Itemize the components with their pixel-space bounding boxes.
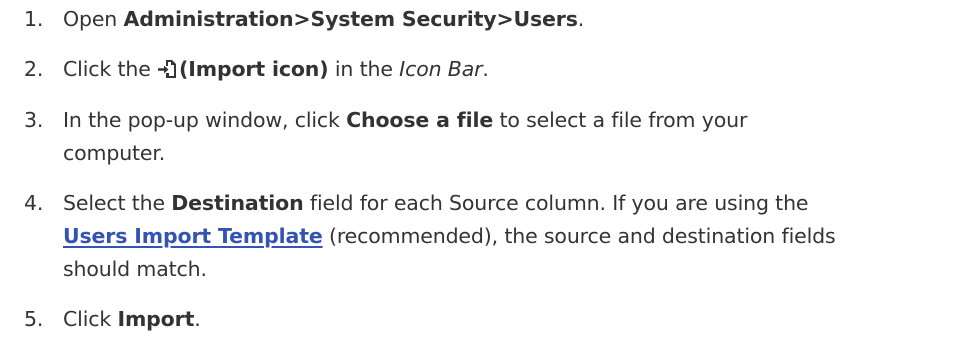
step-text-plain: Click the — [63, 57, 158, 81]
step-number: 1. — [24, 7, 44, 31]
step-text-plain: (recommended), the source and destinatio… — [322, 224, 836, 248]
import-icon-label: (Import icon) — [179, 57, 329, 81]
step-text-plain: in the — [328, 57, 400, 81]
step-text: Click the (Import icon) in the Icon Bar. — [63, 53, 972, 86]
step-text-plain: to select a file from your — [493, 108, 748, 132]
step-number: 5. — [24, 307, 44, 331]
step-text: Open Administration>System Security>User… — [63, 3, 972, 36]
step-text-plain: . — [194, 307, 201, 331]
choose-file-term: Choose a file — [346, 108, 494, 132]
step-text-plain: field for each Source column. If you are… — [303, 191, 809, 215]
step-text: Select the Destination field for each So… — [63, 187, 972, 286]
step-number: 2. — [24, 57, 44, 81]
menu-path: Administration>System Security>Users — [123, 7, 578, 31]
step-line: Click the (Import icon) in the Icon Bar. — [63, 53, 972, 86]
step-line: Select the Destination field for each So… — [63, 187, 972, 220]
step-text-plain: In the pop-up window, click — [63, 108, 347, 132]
step-line: Click Import. — [63, 303, 972, 336]
step-text: In the pop-up window, click Choose a fil… — [63, 104, 972, 170]
step-text: Click Import. — [63, 303, 972, 336]
icon-bar-term: Icon Bar — [399, 57, 483, 81]
destination-term: Destination — [171, 191, 304, 215]
users-import-template-link[interactable]: Users Import Template — [63, 224, 323, 248]
step-text-plain: . — [482, 57, 489, 81]
step-text-plain: Click — [63, 307, 118, 331]
import-button-term: Import — [117, 307, 195, 331]
step-line: In the pop-up window, click Choose a fil… — [63, 104, 972, 137]
import-icon — [158, 60, 177, 78]
step-text-plain: Select the — [63, 191, 172, 215]
step-text-plain: . — [577, 7, 585, 31]
step-line: computer. — [63, 141, 166, 165]
step-text-plain: Open — [63, 7, 124, 31]
step-line: should match. — [63, 257, 207, 281]
step-line: Users Import Template (recommended), the… — [63, 220, 972, 253]
step-number: 3. — [24, 108, 44, 132]
step-line: Open Administration>System Security>User… — [63, 3, 972, 36]
step-number: 4. — [24, 191, 44, 215]
